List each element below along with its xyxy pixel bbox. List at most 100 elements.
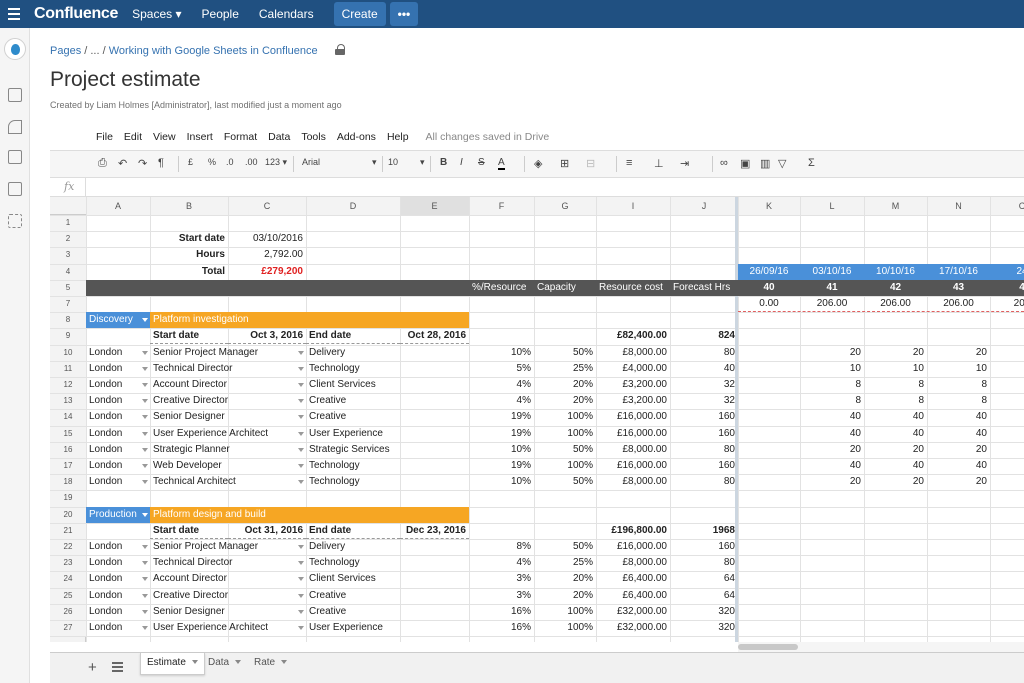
role-cell[interactable]: Senior Project Manager — [150, 345, 306, 361]
menu-tools[interactable]: Tools — [301, 131, 326, 143]
menu-data[interactable]: Data — [268, 131, 290, 143]
role-cell[interactable]: Strategic Planner — [150, 442, 306, 458]
column-header[interactable]: A — [86, 197, 150, 215]
confluence-logo[interactable]: Confluence — [34, 5, 118, 23]
capacity-cell[interactable]: 100% — [534, 409, 596, 425]
menu-insert[interactable]: Insert — [187, 131, 213, 143]
text-color-icon[interactable]: A — [498, 157, 505, 170]
role-cell[interactable]: Account Director — [150, 377, 306, 393]
chevron-down-icon[interactable] — [298, 545, 304, 549]
chevron-down-icon[interactable] — [142, 399, 148, 404]
week-number-cell[interactable]: 40 — [738, 279, 800, 296]
column-header[interactable]: M — [864, 197, 927, 215]
chevron-down-icon[interactable] — [142, 512, 148, 517]
chevron-down-icon[interactable] — [298, 366, 304, 371]
forecast-hrs-cell[interactable]: 40 — [670, 361, 738, 377]
phase-start-value[interactable]: Oct 31, 2016 — [228, 523, 306, 539]
font-size-dropdown[interactable]: 10 — [388, 157, 398, 167]
row-header[interactable]: 17 — [50, 458, 86, 475]
department-cell[interactable]: User Experience — [306, 620, 400, 636]
forecast-hrs-cell[interactable]: 160 — [670, 409, 738, 425]
capacity-cell[interactable]: 20% — [534, 588, 596, 604]
chevron-down-icon[interactable] — [142, 626, 148, 630]
chevron-down-icon[interactable] — [142, 464, 148, 468]
location-cell[interactable]: London — [86, 539, 150, 555]
row-header[interactable]: 21 — [50, 522, 86, 539]
resource-pct-cell[interactable]: 16% — [469, 604, 534, 620]
capacity-header[interactable]: Capacity — [534, 280, 596, 296]
week-allocation-cell[interactable]: 8 — [800, 377, 864, 393]
fill-color-icon[interactable]: ◈ — [534, 157, 542, 170]
forecast-hrs-header[interactable]: Forecast Hrs — [670, 280, 738, 296]
week-allocation-cell[interactable]: 8 — [800, 393, 864, 409]
filter-icon[interactable]: ▽ — [778, 157, 786, 170]
add-sheet-icon[interactable]: + — [88, 659, 97, 676]
chevron-down-icon[interactable] — [298, 383, 304, 387]
chevron-down-icon[interactable] — [298, 431, 304, 436]
week-allocation-cell[interactable]: 8 — [927, 393, 990, 409]
role-cell[interactable]: Senior Designer — [150, 409, 306, 425]
row-header[interactable]: 1 — [50, 215, 86, 232]
menu-help[interactable]: Help — [387, 131, 409, 143]
capacity-cell[interactable]: 20% — [534, 377, 596, 393]
resource-cost-cell[interactable]: £16,000.00 — [596, 426, 670, 442]
resource-cost-cell[interactable]: £16,000.00 — [596, 539, 670, 555]
phase-name-cell[interactable]: Production — [86, 506, 150, 523]
hours-label[interactable]: Hours — [150, 247, 228, 263]
forecast-hrs-cell[interactable]: 64 — [670, 571, 738, 587]
resource-pct-cell[interactable]: 10% — [469, 345, 534, 361]
menu-format[interactable]: Format — [224, 131, 257, 143]
breadcrumb-pages[interactable]: Pages — [50, 45, 81, 57]
phase-end-label[interactable]: End date — [306, 328, 400, 345]
row-header[interactable]: 22 — [50, 539, 86, 556]
week-allocation-cell[interactable]: 20 — [927, 442, 990, 458]
chevron-down-icon[interactable] — [142, 415, 148, 420]
column-header[interactable]: G — [534, 197, 596, 215]
chevron-down-icon[interactable] — [298, 415, 304, 420]
row-header[interactable]: 10 — [50, 344, 86, 361]
department-cell[interactable]: Technology — [306, 361, 400, 377]
phase-end-label[interactable]: End date — [306, 523, 400, 539]
row-header[interactable]: 24 — [50, 571, 86, 588]
forecast-hrs-cell[interactable]: 320 — [670, 604, 738, 620]
font-family-dropdown[interactable]: Arial — [302, 157, 320, 167]
lock-icon[interactable] — [335, 44, 345, 55]
role-cell[interactable]: Technical Director — [150, 555, 306, 571]
resource-pct-cell[interactable]: 16% — [469, 620, 534, 636]
capacity-cell[interactable]: 25% — [534, 555, 596, 571]
row-header[interactable]: 27 — [50, 620, 86, 637]
total-value[interactable]: £279,200 — [228, 264, 306, 280]
export-icon[interactable] — [8, 182, 22, 196]
week-date-cell[interactable]: 03/10/16 — [800, 263, 864, 280]
resource-pct-cell[interactable]: 4% — [469, 377, 534, 393]
resource-pct-cell[interactable]: 19% — [469, 458, 534, 474]
resource-cost-cell[interactable]: £3,200.00 — [596, 393, 670, 409]
resource-cost-cell[interactable]: £16,000.00 — [596, 458, 670, 474]
chevron-down-icon[interactable] — [298, 609, 304, 614]
week-hours-cell[interactable]: 206.00 — [800, 296, 864, 312]
resource-pct-cell[interactable]: 5% — [469, 361, 534, 377]
resource-pct-cell[interactable]: 4% — [469, 393, 534, 409]
capacity-cell[interactable]: 20% — [534, 571, 596, 587]
location-cell[interactable]: London — [86, 458, 150, 474]
resource-pct-cell[interactable]: 4% — [469, 555, 534, 571]
week-allocation-cell[interactable]: 8 — [927, 377, 990, 393]
resource-pct-cell[interactable]: 3% — [469, 588, 534, 604]
location-cell[interactable]: London — [86, 377, 150, 393]
forecast-hrs-cell[interactable]: 320 — [670, 620, 738, 636]
merge-cells-icon[interactable]: ⊟ — [586, 157, 595, 170]
week-number-cell[interactable]: 42 — [864, 279, 927, 296]
capacity-cell[interactable]: 50% — [534, 539, 596, 555]
location-cell[interactable]: London — [86, 345, 150, 361]
phase-hours-total[interactable]: 1968 — [670, 523, 738, 539]
week-allocation-cell[interactable]: 40 — [927, 426, 990, 442]
week-allocation-cell[interactable]: 10 — [927, 361, 990, 377]
phase-hours-total[interactable]: 824 — [670, 328, 738, 344]
capacity-cell[interactable]: 25% — [534, 361, 596, 377]
forecast-hrs-cell[interactable]: 80 — [670, 345, 738, 361]
row-header[interactable]: 20 — [50, 506, 86, 523]
week-hours-cell[interactable]: 206 — [990, 296, 1024, 312]
resource-cost-cell[interactable]: £8,000.00 — [596, 442, 670, 458]
row-header[interactable]: 2 — [50, 231, 86, 248]
redo-icon[interactable]: ↷ — [138, 157, 147, 170]
